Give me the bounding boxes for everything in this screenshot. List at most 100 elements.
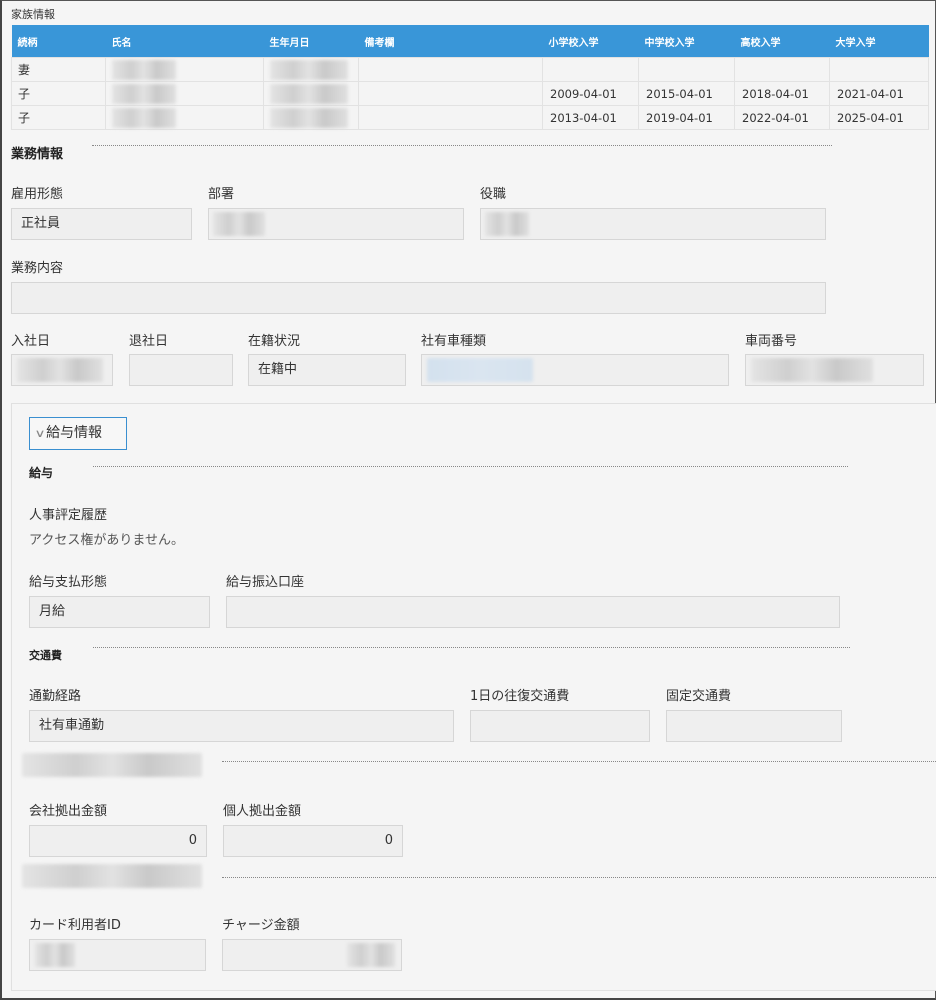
chevron-down-icon: ∨ xyxy=(34,427,46,440)
header-junior-high[interactable]: 中学校入学 xyxy=(638,25,735,58)
card-user-id-field[interactable] xyxy=(29,939,206,971)
contribution-section-divider xyxy=(222,761,936,762)
header-elementary[interactable]: 小学校入学 xyxy=(542,25,639,58)
commute-route-label: 通勤経路 xyxy=(29,689,82,704)
cell-elementary: 2009-04-01 xyxy=(542,81,639,106)
redacted-car-type xyxy=(427,357,533,382)
redacted-name xyxy=(112,59,176,80)
company-amount-field[interactable]: 0 xyxy=(29,825,207,857)
salary-info-toggle[interactable]: ∨給与情報 xyxy=(29,417,127,450)
table-row: 子 2013-04-01 2019-04-01 2022-04-01 2025-… xyxy=(11,105,929,130)
daily-round-trip-field[interactable] xyxy=(470,710,650,742)
company-amount-label: 会社拠出金額 xyxy=(29,804,108,819)
leave-date-label: 退社日 xyxy=(129,334,169,349)
fixed-fee-label: 固定交通費 xyxy=(666,689,732,704)
payment-type-label: 給与支払形態 xyxy=(29,575,108,590)
cell-name xyxy=(105,57,264,82)
transport-section-title: 交通費 xyxy=(29,649,62,662)
personal-amount-field[interactable]: 0 xyxy=(223,825,403,857)
cell-note xyxy=(358,105,543,130)
salary-section-title: 給与 xyxy=(29,466,54,480)
cell-birthdate xyxy=(263,57,359,82)
cell-name xyxy=(105,105,264,130)
redacted-birthdate xyxy=(270,59,348,80)
company-car-type-field[interactable] xyxy=(421,354,729,386)
job-description-label: 業務内容 xyxy=(11,261,64,276)
job-description-field[interactable] xyxy=(11,282,826,314)
cell-birthdate xyxy=(263,105,359,130)
redacted-name xyxy=(112,83,176,104)
redacted-position xyxy=(485,211,529,236)
family-table-header: 続柄 氏名 生年月日 備考欄 小学校入学 中学校入学 高校入学 大学入学 xyxy=(11,25,929,58)
personal-amount-label: 個人拠出金額 xyxy=(223,804,302,819)
header-high-school[interactable]: 高校入学 xyxy=(734,25,830,58)
cell-junior-high: 2015-04-01 xyxy=(638,81,735,106)
charge-amount-label: チャージ金額 xyxy=(222,918,300,933)
cell-relation: 子 xyxy=(11,105,106,130)
salary-section-divider xyxy=(93,466,848,467)
cell-elementary: 2013-04-01 xyxy=(542,105,639,130)
header-note[interactable]: 備考欄 xyxy=(358,25,543,58)
leave-date-field[interactable] xyxy=(129,354,233,386)
employment-type-field[interactable]: 正社員 xyxy=(11,208,192,240)
card-section-divider xyxy=(222,877,936,878)
hire-date-label: 入社日 xyxy=(11,334,51,349)
redacted-card-user-id xyxy=(35,942,75,967)
cell-relation: 子 xyxy=(11,81,106,106)
cell-high-school: 2018-04-01 xyxy=(734,81,830,106)
department-label: 部署 xyxy=(208,187,235,202)
redacted-name xyxy=(112,107,176,128)
cell-university: 2025-04-01 xyxy=(829,105,929,130)
commute-route-field[interactable]: 社有車通勤 xyxy=(29,710,454,742)
fixed-fee-field[interactable] xyxy=(666,710,842,742)
redacted-section-title xyxy=(22,753,202,777)
redacted-charge-amount xyxy=(347,942,395,967)
header-birthdate[interactable]: 生年月日 xyxy=(263,25,359,58)
redacted-section-title xyxy=(22,864,202,888)
cell-elementary xyxy=(542,57,639,82)
status-label: 在籍状況 xyxy=(248,334,301,349)
cell-junior-high xyxy=(638,57,735,82)
bank-account-label: 給与振込口座 xyxy=(226,575,305,590)
header-name[interactable]: 氏名 xyxy=(105,25,264,58)
employment-type-label: 雇用形態 xyxy=(11,187,64,202)
position-label: 役職 xyxy=(480,187,507,202)
evaluation-history-label: 人事評定履歴 xyxy=(29,508,108,523)
salary-info-toggle-label: 給与情報 xyxy=(46,425,103,441)
cell-university xyxy=(829,57,929,82)
charge-amount-field[interactable] xyxy=(222,939,402,971)
vehicle-number-label: 車両番号 xyxy=(745,334,798,349)
cell-note xyxy=(358,57,543,82)
department-field[interactable] xyxy=(208,208,464,240)
daily-round-trip-label: 1日の往復交通費 xyxy=(470,689,570,704)
table-row: 子 2009-04-01 2015-04-01 2018-04-01 2021-… xyxy=(11,81,929,106)
transport-section-divider xyxy=(93,647,850,648)
redacted-hire-date xyxy=(17,357,103,382)
cell-junior-high: 2019-04-01 xyxy=(638,105,735,130)
redacted-birthdate xyxy=(270,83,348,104)
cell-high-school: 2022-04-01 xyxy=(734,105,830,130)
family-table: 続柄 氏名 生年月日 備考欄 小学校入学 中学校入学 高校入学 大学入学 妻 子… xyxy=(11,25,929,130)
bank-account-field[interactable] xyxy=(226,596,840,628)
redacted-vehicle-number xyxy=(751,357,873,382)
company-car-type-label: 社有車種類 xyxy=(421,334,487,349)
table-row: 妻 xyxy=(11,57,929,82)
cell-relation: 妻 xyxy=(11,57,106,82)
header-relation[interactable]: 続柄 xyxy=(11,25,106,58)
cell-name xyxy=(105,81,264,106)
cell-high-school xyxy=(734,57,830,82)
evaluation-history-message: アクセス権がありません。 xyxy=(29,533,184,548)
cell-birthdate xyxy=(263,81,359,106)
position-field[interactable] xyxy=(480,208,826,240)
cell-note xyxy=(358,81,543,106)
payment-type-field[interactable]: 月給 xyxy=(29,596,210,628)
header-university[interactable]: 大学入学 xyxy=(829,25,929,58)
redacted-birthdate xyxy=(270,107,348,128)
card-user-id-label: カード利用者ID xyxy=(29,918,121,933)
cell-university: 2021-04-01 xyxy=(829,81,929,106)
hire-date-field[interactable] xyxy=(11,354,113,386)
vehicle-number-field[interactable] xyxy=(745,354,924,386)
redacted-department xyxy=(213,211,265,236)
status-field[interactable]: 在籍中 xyxy=(248,354,406,386)
work-section-title: 業務情報 xyxy=(11,147,64,162)
